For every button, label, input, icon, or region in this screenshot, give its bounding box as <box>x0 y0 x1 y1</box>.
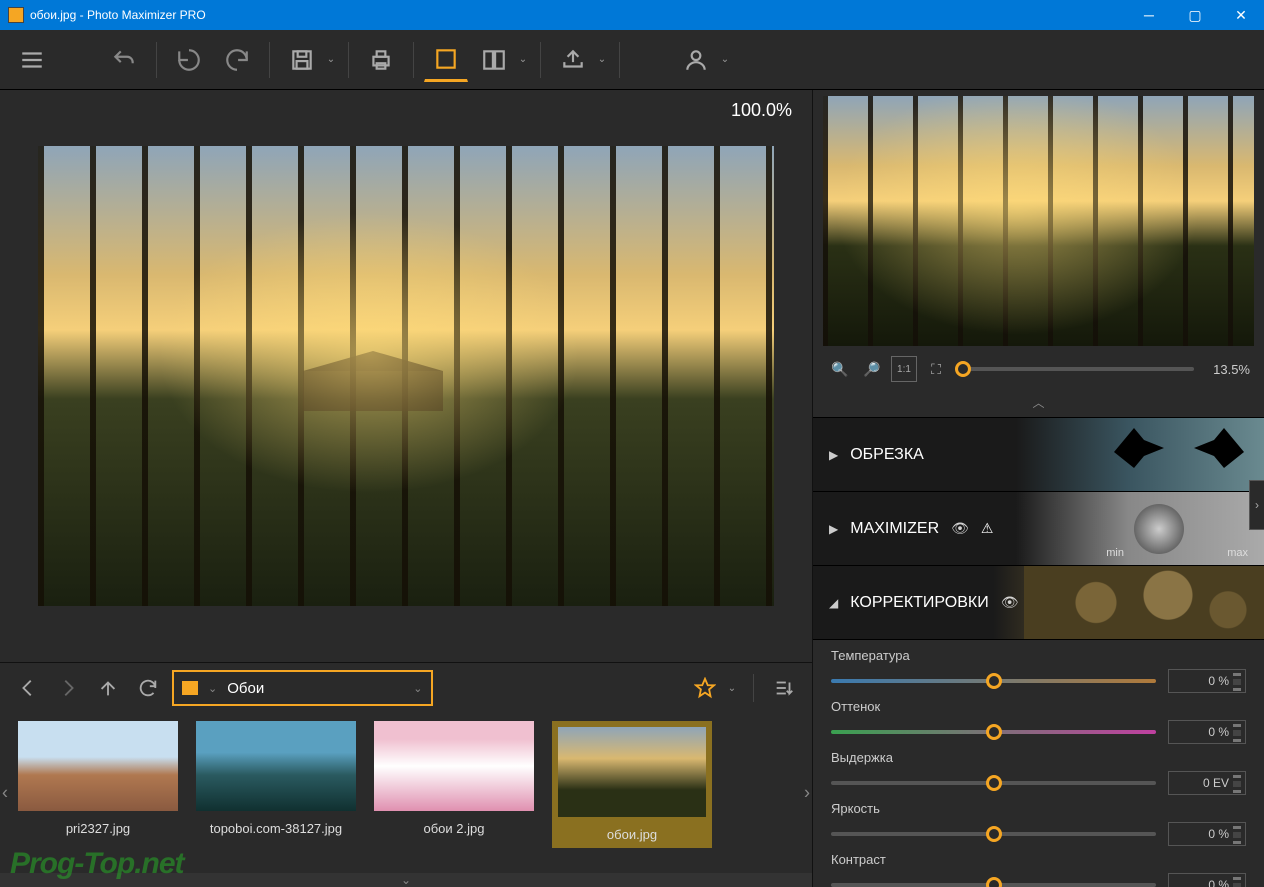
right-panel: 🔍 🔎 1:1 ⛶ 13.5% ︿ ▶ ОБРЕЗКА ▶ MAXIMIZER … <box>812 90 1264 887</box>
warning-icon: ⚠ <box>981 520 994 537</box>
slider-label: Температура <box>831 648 1246 663</box>
expand-panel-tab[interactable]: › <box>1249 480 1264 530</box>
slider-row: Яркость 0 % <box>831 801 1246 846</box>
thumbnail[interactable]: обои 2.jpg <box>374 721 534 836</box>
gears-icon <box>1024 566 1264 639</box>
canvas-area[interactable]: 100.0% <box>0 90 812 662</box>
accordion-adjustments-label: КОРРЕКТИРОВКИ <box>850 594 988 612</box>
thumb-image <box>196 721 356 811</box>
preview-image[interactable] <box>823 96 1254 346</box>
share-dropdown[interactable]: ⌄ <box>595 54 609 65</box>
slider-label: Контраст <box>831 852 1246 867</box>
refresh-button[interactable] <box>132 672 164 704</box>
folder-name: Обои <box>227 680 264 697</box>
slider-row: Оттенок 0 % <box>831 699 1246 744</box>
accordion-crop[interactable]: ▶ ОБРЕЗКА <box>813 418 1264 492</box>
save-dropdown[interactable]: ⌄ <box>324 54 338 65</box>
main-image <box>38 146 774 606</box>
collapse-icon: ◢ <box>829 596 838 610</box>
collapse-preview[interactable]: ︿ <box>813 392 1264 417</box>
slider-label: Оттенок <box>831 699 1246 714</box>
expand-icon: ▶ <box>829 448 838 462</box>
toolbar: ⌄ ⌄ ⌄ ⌄ <box>0 30 1264 90</box>
slider-value[interactable]: 0 % <box>1168 669 1246 693</box>
thumbnail[interactable]: обои.jpg <box>552 721 712 848</box>
slider-track[interactable] <box>831 679 1156 683</box>
revert-button[interactable] <box>102 38 146 82</box>
accordion-crop-label: ОБРЕЗКА <box>850 446 924 464</box>
slider-value[interactable]: 0 % <box>1168 822 1246 846</box>
slider-row: Температура 0 % <box>831 648 1246 693</box>
maximize-button[interactable]: ▢ <box>1172 0 1218 30</box>
thumbnail[interactable]: pri2327.jpg <box>18 721 178 836</box>
filmstrip-collapse[interactable]: ⌄ <box>0 873 812 887</box>
expand-icon: ▶ <box>829 522 838 536</box>
window-title: обои.jpg - Photo Maximizer PRO <box>30 8 1126 22</box>
folder-path[interactable]: ⌄ Обои ⌄ <box>172 670 433 706</box>
zoom-label: 100.0% <box>731 100 792 121</box>
slider-value[interactable]: 0 % <box>1168 873 1246 887</box>
thumb-image <box>558 727 706 817</box>
compare-view-button[interactable] <box>472 38 516 82</box>
dial-icon <box>1134 504 1184 554</box>
thumbs-prev[interactable]: ‹ <box>2 783 8 804</box>
thumb-image <box>374 721 534 811</box>
filmstrip: ⌄ Обои ⌄ ⌄ ‹ › pri2327.jpg topoboi.com-38… <box>0 662 812 887</box>
zoom-value: 13.5% <box>1200 362 1250 377</box>
menu-button[interactable] <box>10 38 54 82</box>
slider-value[interactable]: 0 % <box>1168 720 1246 744</box>
thumbs-next[interactable]: › <box>804 783 810 804</box>
favorite-dropdown[interactable]: ⌄ <box>725 683 739 694</box>
nav-forward-button[interactable] <box>52 672 84 704</box>
accordion-adjustments[interactable]: ◢ КОРРЕКТИРОВКИ 👁 <box>813 566 1264 640</box>
zoom-actual-icon[interactable]: 1:1 <box>891 356 917 382</box>
print-button[interactable] <box>359 38 403 82</box>
thumb-label: обои 2.jpg <box>424 821 485 836</box>
thumb-image <box>18 721 178 811</box>
favorite-button[interactable] <box>689 672 721 704</box>
slider-track[interactable] <box>831 832 1156 836</box>
slider-track[interactable] <box>831 781 1156 785</box>
accordion-maximizer-label: MAXIMIZER <box>850 520 939 538</box>
titlebar: обои.jpg - Photo Maximizer PRO ─ ▢ ✕ <box>0 0 1264 30</box>
thumb-label: topoboi.com-38127.jpg <box>210 821 342 836</box>
sort-button[interactable] <box>768 672 800 704</box>
slider-label: Яркость <box>831 801 1246 816</box>
zoom-in-icon[interactable]: 🔎 <box>859 356 885 382</box>
slider-track[interactable] <box>831 883 1156 887</box>
thumb-label: pri2327.jpg <box>66 821 130 836</box>
zoom-slider[interactable] <box>955 367 1194 371</box>
share-button[interactable] <box>551 38 595 82</box>
redo-button[interactable] <box>215 38 259 82</box>
slider-value[interactable]: 0 EV <box>1168 771 1246 795</box>
account-dropdown[interactable]: ⌄ <box>718 54 732 65</box>
undo-button[interactable] <box>167 38 211 82</box>
slider-label: Выдержка <box>831 750 1246 765</box>
minimize-button[interactable]: ─ <box>1126 0 1172 30</box>
nav-back-button[interactable] <box>12 672 44 704</box>
app-icon <box>8 7 24 23</box>
slider-row: Выдержка 0 EV <box>831 750 1246 795</box>
account-button[interactable] <box>674 38 718 82</box>
single-view-button[interactable] <box>424 38 468 82</box>
accordion-maximizer[interactable]: ▶ MAXIMIZER 👁 ⚠ min max <box>813 492 1264 566</box>
save-button[interactable] <box>280 38 324 82</box>
slider-row: Контраст 0 % <box>831 852 1246 887</box>
nav-up-button[interactable] <box>92 672 124 704</box>
zoom-fit-icon[interactable]: ⛶ <box>923 356 949 382</box>
zoom-out-icon[interactable]: 🔍 <box>827 356 853 382</box>
eye-icon: 👁 <box>951 520 969 537</box>
slider-track[interactable] <box>831 730 1156 734</box>
thumb-label: обои.jpg <box>607 827 657 842</box>
eye-icon: 👁 <box>1001 594 1019 611</box>
close-button[interactable]: ✕ <box>1218 0 1264 30</box>
view-dropdown[interactable]: ⌄ <box>516 54 530 65</box>
thumbnail[interactable]: topoboi.com-38127.jpg <box>196 721 356 836</box>
folder-icon <box>182 681 198 695</box>
